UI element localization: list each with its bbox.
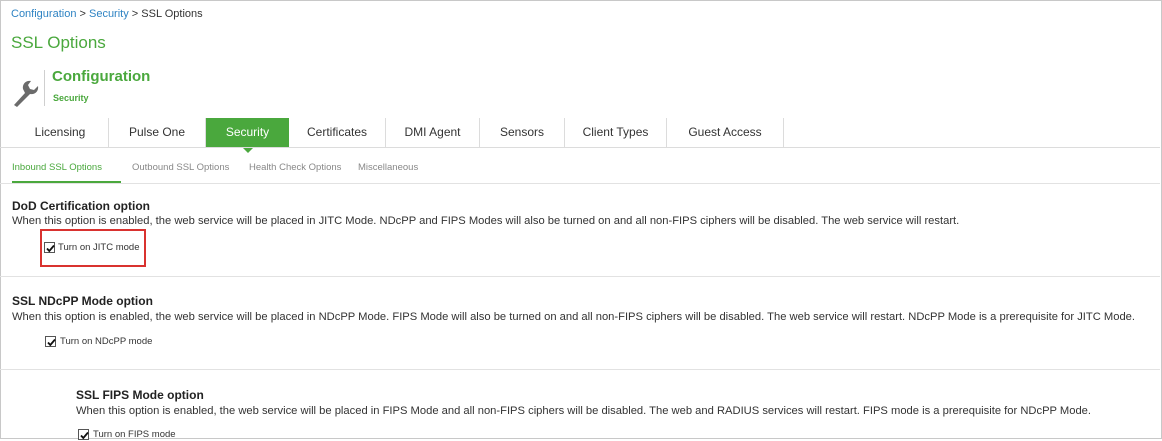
breadcrumb-separator: > bbox=[128, 8, 142, 20]
sub-tab-divider bbox=[0, 183, 1160, 184]
wrench-icon bbox=[11, 76, 43, 108]
tab-client-types[interactable]: Client Types bbox=[565, 118, 667, 147]
tab-certificates[interactable]: Certificates bbox=[289, 118, 386, 147]
tab-guest-access[interactable]: Guest Access bbox=[667, 118, 784, 147]
fips-section-title: SSL FIPS Mode option bbox=[76, 388, 204, 402]
fips-mode-checkbox[interactable] bbox=[78, 429, 89, 440]
header-subtitle: Security bbox=[53, 93, 89, 103]
breadcrumb-separator: > bbox=[76, 8, 89, 20]
ndcpp-section-description: When this option is enabled, the web ser… bbox=[12, 311, 1136, 323]
ndcpp-mode-label[interactable]: Turn on NDcPP mode bbox=[60, 336, 152, 347]
page-title: SSL Options bbox=[11, 33, 106, 52]
tab-security[interactable]: Security bbox=[206, 118, 289, 153]
ndcpp-mode-checkbox[interactable] bbox=[45, 336, 56, 347]
section-divider bbox=[0, 276, 1160, 277]
tab-pulse-one[interactable]: Pulse One bbox=[109, 118, 206, 147]
checkmark-icon bbox=[80, 431, 89, 440]
dod-section-title: DoD Certification option bbox=[12, 199, 150, 213]
fips-mode-label[interactable]: Turn on FIPS mode bbox=[93, 429, 176, 440]
subtab-health-check-options[interactable]: Health Check Options bbox=[249, 162, 341, 173]
breadcrumb-link-security[interactable]: Security bbox=[89, 8, 129, 20]
fips-section-description: When this option is enabled, the web ser… bbox=[76, 405, 1092, 417]
tab-licensing[interactable]: Licensing bbox=[12, 118, 109, 147]
tab-sensors[interactable]: Sensors bbox=[480, 118, 565, 147]
breadcrumb: Configuration > Security > SSL Options bbox=[11, 8, 203, 20]
breadcrumb-current: SSL Options bbox=[141, 8, 203, 20]
subtab-miscellaneous[interactable]: Miscellaneous bbox=[358, 162, 418, 173]
tab-dmi-agent[interactable]: DMI Agent bbox=[386, 118, 480, 147]
header-title: Configuration bbox=[52, 68, 151, 85]
checkmark-icon bbox=[47, 338, 56, 347]
section-divider bbox=[0, 369, 1160, 370]
tab-bar-divider bbox=[0, 147, 1160, 148]
highlight-box bbox=[40, 229, 146, 267]
subtab-inbound-ssl-options[interactable]: Inbound SSL Options bbox=[12, 162, 102, 173]
subtab-outbound-ssl-options[interactable]: Outbound SSL Options bbox=[132, 162, 229, 173]
breadcrumb-link-configuration[interactable]: Configuration bbox=[11, 8, 76, 20]
header-divider bbox=[44, 70, 45, 106]
main-tab-bar: Licensing Pulse One Security Certificate… bbox=[12, 118, 784, 153]
ndcpp-section-title: SSL NDcPP Mode option bbox=[12, 294, 153, 308]
dod-section-description: When this option is enabled, the web ser… bbox=[12, 215, 960, 227]
